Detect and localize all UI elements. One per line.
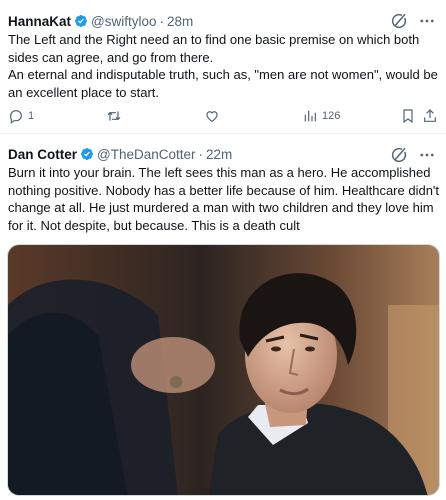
view-count: 126 [322, 110, 341, 122]
tweet-text-line: The Left and the Right need an to find o… [8, 32, 420, 65]
verified-badge-icon [81, 148, 93, 160]
grok-icon[interactable] [390, 146, 408, 164]
tweet-text: Burn it into your brain. The left sees t… [8, 164, 440, 234]
grok-icon[interactable] [390, 12, 408, 30]
tweet-text: The Left and the Right need an to find o… [8, 31, 440, 101]
courtroom-photo [8, 245, 439, 495]
handle[interactable]: @TheDanCotter [97, 147, 196, 162]
reply-button[interactable]: 1 [8, 106, 34, 126]
bookmark-icon [403, 109, 413, 124]
timestamp[interactable]: 28m [167, 14, 193, 29]
share-icon [424, 109, 436, 122]
tweet-text-line: An eternal and indisputable truth, such … [8, 67, 438, 100]
timestamp[interactable]: 22m [206, 147, 232, 162]
handle[interactable]: @swiftyloo [91, 14, 156, 29]
separator: · [198, 146, 204, 162]
tweet-text-line: Burn it into your brain. The left sees t… [8, 165, 440, 233]
retweet-button[interactable] [106, 106, 122, 126]
display-name[interactable]: Dan Cotter [8, 147, 77, 162]
more-icon[interactable] [418, 12, 436, 30]
views-button[interactable]: 126 [302, 106, 340, 126]
retweet-icon [107, 111, 121, 121]
views-icon [304, 110, 316, 122]
reply-count: 1 [28, 110, 35, 122]
display-name[interactable]: HannaKat [8, 14, 71, 29]
verified-badge-icon [75, 15, 87, 27]
like-button[interactable] [204, 106, 220, 126]
tweet-hannakat[interactable]: HannaKat @swiftyloo · 28m The Left and t… [0, 0, 446, 132]
tweet-media-photo[interactable] [7, 244, 440, 496]
separator: · [159, 13, 165, 29]
tweet-dancotter[interactable]: Dan Cotter @TheDanCotter · 22m Burn it i… [0, 135, 446, 500]
share-button[interactable] [422, 106, 438, 126]
tweet-actions: 1 126 [8, 106, 438, 126]
tweet-header: Dan Cotter @TheDanCotter · 22m [8, 145, 232, 163]
tweet-header: HannaKat @swiftyloo · 28m [8, 12, 193, 30]
more-icon[interactable] [418, 146, 436, 164]
like-icon [206, 111, 218, 123]
tweet-divider [0, 133, 446, 134]
reply-icon [9, 110, 22, 124]
bookmark-button[interactable] [400, 106, 416, 126]
